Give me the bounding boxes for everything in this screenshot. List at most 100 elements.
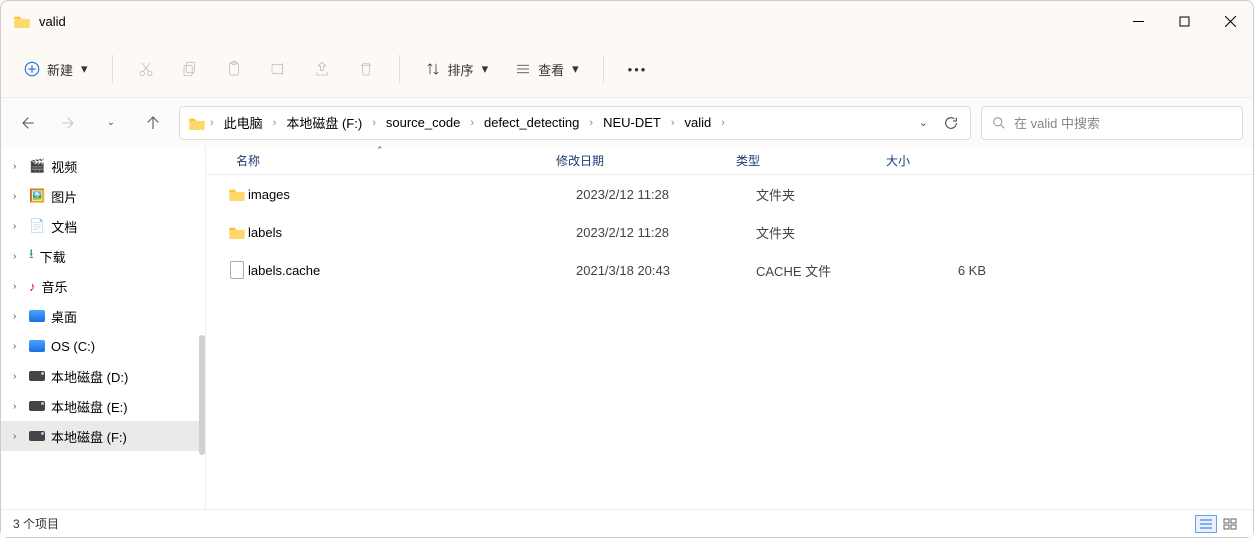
file-date: 2021/3/18 20:43: [576, 263, 756, 278]
refresh-button[interactable]: [936, 108, 966, 138]
folder-icon: [13, 14, 31, 28]
chevron-right-icon: ›: [587, 117, 595, 129]
list-icon: [1199, 518, 1213, 530]
sort-button[interactable]: 排序 ▾: [414, 51, 499, 87]
breadcrumb-valid[interactable]: valid: [679, 111, 718, 134]
minimize-button[interactable]: [1115, 1, 1161, 41]
recent-button[interactable]: ⌄: [95, 107, 127, 139]
column-date[interactable]: 修改日期: [556, 152, 736, 169]
chevron-right-icon: ›: [13, 251, 23, 262]
folder-icon: [226, 187, 248, 201]
chevron-right-icon: ›: [271, 117, 279, 129]
column-name[interactable]: 名称: [236, 152, 556, 169]
copy-icon: [181, 60, 199, 78]
column-label: 名称: [236, 152, 260, 169]
breadcrumb-defect-detecting[interactable]: defect_detecting: [478, 111, 585, 134]
history-dropdown[interactable]: ⌄: [919, 116, 928, 129]
chevron-down-icon: ▾: [572, 61, 579, 77]
window-controls: [1115, 1, 1253, 41]
file-name: images: [248, 187, 576, 202]
separator: [399, 55, 400, 83]
address-bar[interactable]: › 此电脑 › 本地磁盘 (F:) › source_code › defect…: [179, 106, 971, 140]
separator: [603, 55, 604, 83]
sidebar-item-drive-f[interactable]: ›本地磁盘 (F:): [1, 421, 205, 451]
toolbar: 新建 ▾ 排序 ▾ 查看 ▾ •••: [1, 41, 1253, 97]
sidebar-item-label: OS (C:): [51, 339, 95, 354]
folder-icon: [188, 116, 206, 130]
file-row[interactable]: labels 2023/2/12 11:28 文件夹: [206, 213, 1253, 251]
share-button[interactable]: [303, 51, 341, 87]
drive-icon: [29, 401, 45, 411]
cut-icon: [137, 60, 155, 78]
file-name: labels.cache: [248, 263, 576, 278]
chevron-down-icon: ▾: [482, 61, 489, 77]
copy-button[interactable]: [171, 51, 209, 87]
music-icon: ♪: [29, 279, 36, 294]
breadcrumb-neu-det[interactable]: NEU-DET: [597, 111, 667, 134]
chevron-right-icon: ›: [13, 311, 23, 322]
breadcrumb-this-pc[interactable]: 此电脑: [218, 109, 269, 136]
new-button[interactable]: 新建 ▾: [13, 51, 98, 87]
chevron-down-icon: ▾: [81, 61, 88, 77]
file-row[interactable]: labels.cache 2021/3/18 20:43 CACHE 文件 6 …: [206, 251, 1253, 289]
sort-label: 排序: [448, 60, 474, 79]
sidebar-item-pictures[interactable]: ›🖼️图片: [1, 181, 205, 211]
sidebar-item-drive-d[interactable]: ›本地磁盘 (D:): [1, 361, 205, 391]
chevron-right-icon: ›: [13, 221, 23, 232]
sidebar-scrollbar[interactable]: [199, 335, 205, 455]
plus-circle-icon: [23, 60, 41, 78]
view-label: 查看: [538, 60, 564, 79]
column-type[interactable]: 类型: [736, 152, 886, 169]
arrow-left-icon: [19, 115, 35, 131]
sidebar-item-documents[interactable]: ›📄文档: [1, 211, 205, 241]
sidebar-item-drive-c[interactable]: ›OS (C:): [1, 331, 205, 361]
chevron-right-icon: ›: [13, 161, 23, 172]
rename-button[interactable]: [259, 51, 297, 87]
chevron-down-icon: ⌄: [107, 117, 115, 128]
sidebar-item-music[interactable]: ›♪音乐: [1, 271, 205, 301]
sidebar-item-downloads[interactable]: ›⭳下载: [1, 241, 205, 271]
trash-icon: [357, 60, 375, 78]
view-large-button[interactable]: [1219, 515, 1241, 533]
arrow-right-icon: [61, 115, 77, 131]
rename-icon: [269, 60, 287, 78]
file-row[interactable]: images 2023/2/12 11:28 文件夹: [206, 175, 1253, 213]
forward-button[interactable]: [53, 107, 85, 139]
close-button[interactable]: [1207, 1, 1253, 41]
file-type: CACHE 文件: [756, 261, 906, 280]
drive-icon: [29, 431, 45, 441]
sidebar-item-videos[interactable]: › 🎬 视频: [1, 151, 205, 181]
breadcrumb-source-code[interactable]: source_code: [380, 111, 466, 134]
delete-button[interactable]: [347, 51, 385, 87]
sort-icon: [424, 60, 442, 78]
column-headers: ⌃ 名称 修改日期 类型 大小: [206, 147, 1253, 175]
chevron-right-icon: ›: [669, 117, 677, 129]
sidebar-item-desktop[interactable]: ›桌面: [1, 301, 205, 331]
sidebar-item-label: 视频: [51, 157, 77, 176]
cut-button[interactable]: [127, 51, 165, 87]
sidebar-item-label: 音乐: [42, 277, 68, 296]
view-button[interactable]: 查看 ▾: [504, 51, 589, 87]
sidebar-item-drive-e[interactable]: ›本地磁盘 (E:): [1, 391, 205, 421]
search-placeholder: 在 valid 中搜索: [1014, 113, 1100, 132]
view-icon: [514, 60, 532, 78]
back-button[interactable]: [11, 107, 43, 139]
file-list: ⌃ 名称 修改日期 类型 大小 images 2023/2/12 11:28 文…: [206, 147, 1253, 509]
item-count: 3 个项目: [13, 515, 59, 532]
more-button[interactable]: •••: [618, 51, 658, 87]
videos-icon: 🎬: [29, 158, 45, 174]
column-size[interactable]: 大小: [886, 152, 966, 169]
sidebar-item-label: 本地磁盘 (F:): [51, 427, 127, 446]
view-details-button[interactable]: [1195, 515, 1217, 533]
chevron-right-icon: ›: [13, 401, 23, 412]
maximize-button[interactable]: [1161, 1, 1207, 41]
file-type: 文件夹: [756, 223, 906, 242]
breadcrumb-drive-f[interactable]: 本地磁盘 (F:): [280, 109, 368, 136]
up-button[interactable]: [137, 107, 169, 139]
refresh-icon: [943, 115, 959, 131]
arrow-up-icon: [145, 115, 161, 131]
chevron-right-icon: ›: [13, 191, 23, 202]
paste-button[interactable]: [215, 51, 253, 87]
search-input[interactable]: 在 valid 中搜索: [981, 106, 1243, 140]
chevron-right-icon: ›: [370, 117, 378, 129]
